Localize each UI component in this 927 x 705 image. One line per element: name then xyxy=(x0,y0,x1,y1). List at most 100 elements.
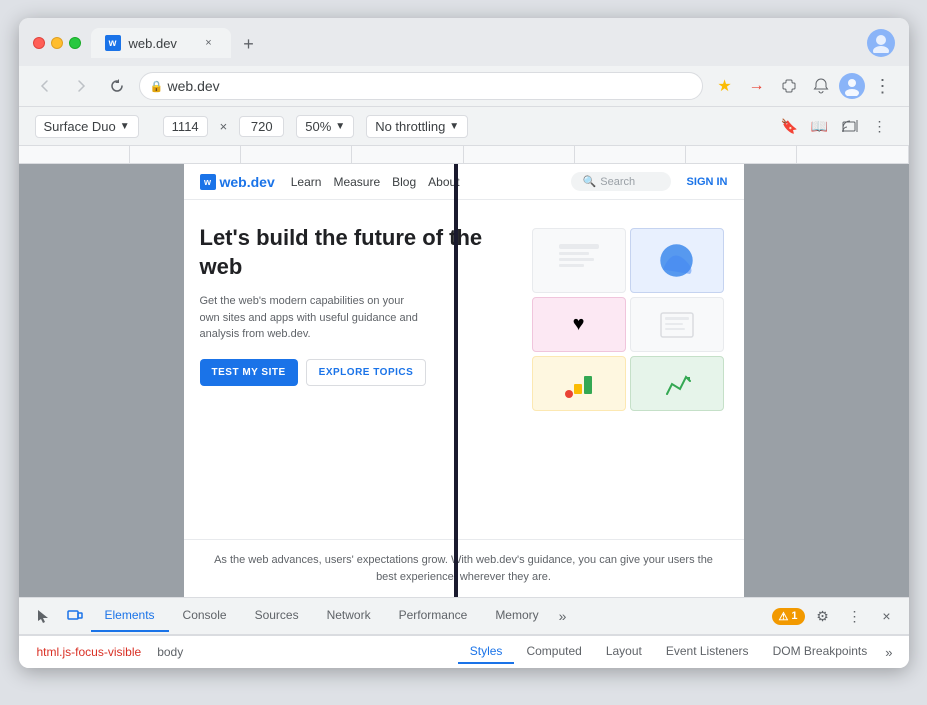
device-book-icon[interactable]: 📖 xyxy=(807,113,833,139)
devtools-panel: Elements Console Sources Network Perform… xyxy=(19,597,909,668)
close-button[interactable] xyxy=(33,37,45,49)
reload-button[interactable] xyxy=(103,72,131,100)
ruler-tick xyxy=(19,146,130,163)
device-more-icon[interactable]: ⋮ xyxy=(867,113,893,139)
tab-memory[interactable]: Memory xyxy=(481,600,552,632)
ruler-tick xyxy=(686,146,797,163)
explore-topics-button[interactable]: EXPLORE TOPICS xyxy=(306,359,427,386)
tab-network[interactable]: Network xyxy=(313,600,385,632)
title-bar-top: w web.dev × + xyxy=(33,28,895,58)
tab-performance[interactable]: Performance xyxy=(385,600,482,632)
search-placeholder: Search xyxy=(600,176,635,188)
minimize-button[interactable] xyxy=(51,37,63,49)
ruler-bar xyxy=(19,146,909,164)
user-avatar[interactable] xyxy=(839,73,865,99)
title-bar: w web.dev × + xyxy=(19,18,909,66)
cursor-tool-icon[interactable] xyxy=(27,598,59,634)
warning-badge[interactable]: ⚠ 1 xyxy=(772,608,805,625)
address-bar[interactable]: 🔒 web.dev xyxy=(139,72,703,100)
nav-learn[interactable]: Learn xyxy=(291,175,322,189)
styles-tab-styles[interactable]: Styles xyxy=(458,640,515,664)
site-footer-text: As the web advances, users' expectations… xyxy=(184,539,744,597)
extension-arrow-icon[interactable]: → xyxy=(743,72,771,100)
ruler-tick xyxy=(130,146,241,163)
tab-sources[interactable]: Sources xyxy=(241,600,313,632)
device-toolbar: Surface Duo ▼ × 50% ▼ No throttling ▼ 🔖 … xyxy=(19,107,909,146)
device-toolbar-icons: 🔖 📖 ⋮ xyxy=(777,113,893,139)
site-header: w web.dev Learn Measure Blog About 🔍 Sea… xyxy=(184,164,744,200)
dimension-x-separator: × xyxy=(220,119,228,134)
height-input[interactable] xyxy=(239,116,284,137)
responsive-tool-icon[interactable] xyxy=(59,598,91,634)
notifications-icon[interactable] xyxy=(807,72,835,100)
breadcrumb-html[interactable]: html.js-focus-visible xyxy=(29,642,150,662)
device-dropdown-icon: ▼ xyxy=(120,121,130,132)
styles-tabs: Styles Computed Layout Event Listeners D… xyxy=(458,640,899,664)
more-tabs-button[interactable]: » xyxy=(553,600,573,632)
styles-more-icon[interactable]: » xyxy=(879,641,898,664)
browser-window: w web.dev × + 🔒 web.dev xyxy=(19,18,909,668)
site-hero-right: ♥ xyxy=(528,224,728,415)
avatar xyxy=(867,29,895,57)
nav-blog[interactable]: Blog xyxy=(392,175,416,189)
width-input[interactable] xyxy=(163,116,208,137)
traffic-lights xyxy=(33,37,81,49)
site-hero-left: Let's build the future of the web Get th… xyxy=(200,224,512,415)
site-logo-icon: w xyxy=(200,174,216,190)
throttle-dropdown-icon: ▼ xyxy=(449,121,459,132)
styles-tab-computed[interactable]: Computed xyxy=(514,640,593,664)
site-hero-text: Get the web's modern capabilities on you… xyxy=(200,293,420,343)
zoom-dropdown-icon: ▼ xyxy=(335,121,345,132)
devtools-right-icons: ⚠ 1 ⚙ ⋮ × xyxy=(772,602,901,630)
styles-tab-dom-breakpoints[interactable]: DOM Breakpoints xyxy=(761,640,880,664)
maximize-button[interactable] xyxy=(69,37,81,49)
site-body: Let's build the future of the web Get th… xyxy=(184,200,744,439)
new-tab-button[interactable]: + xyxy=(235,30,263,58)
throttle-selector[interactable]: No throttling ▼ xyxy=(366,115,468,138)
tab-elements[interactable]: Elements xyxy=(91,600,169,632)
signin-button[interactable]: SIGN IN xyxy=(687,176,728,188)
back-button[interactable] xyxy=(31,72,59,100)
browser-tab[interactable]: w web.dev × xyxy=(91,28,231,58)
ruler-tick xyxy=(797,146,908,163)
bookmark-star-icon[interactable]: ★ xyxy=(711,72,739,100)
devtools-settings-icon[interactable]: ⚙ xyxy=(809,602,837,630)
breadcrumb-body[interactable]: body xyxy=(149,642,191,662)
site-logo: w web.dev xyxy=(200,174,275,190)
device-cast-icon[interactable] xyxy=(837,113,863,139)
tab-console[interactable]: Console xyxy=(169,600,241,632)
search-icon: 🔍 xyxy=(583,175,597,188)
devtools-tabs: Elements Console Sources Network Perform… xyxy=(19,598,909,635)
styles-tab-event-listeners[interactable]: Event Listeners xyxy=(654,640,761,664)
forward-button[interactable] xyxy=(67,72,95,100)
ruler-tick xyxy=(241,146,352,163)
extensions-icon[interactable] xyxy=(775,72,803,100)
site-search[interactable]: 🔍 Search xyxy=(571,172,671,191)
device-bookmark-icon[interactable]: 🔖 xyxy=(777,113,803,139)
page-frame: w web.dev Learn Measure Blog About 🔍 Sea… xyxy=(184,164,744,597)
ruler-tick xyxy=(464,146,575,163)
browser-profile-icon[interactable] xyxy=(867,29,895,57)
styles-tab-layout[interactable]: Layout xyxy=(594,640,654,664)
ruler-tick xyxy=(352,146,463,163)
site-hero-title: Let's build the future of the web xyxy=(200,224,512,281)
devtools-bottom-bar: html.js-focus-visible body Styles Comput… xyxy=(19,635,909,668)
tab-close-button[interactable]: × xyxy=(201,35,217,51)
device-selector[interactable]: Surface Duo ▼ xyxy=(35,115,139,138)
site-logo-text: web.dev xyxy=(220,174,275,190)
zoom-level: 50% xyxy=(305,119,331,134)
devtools-close-icon[interactable]: × xyxy=(873,602,901,630)
device-name: Surface Duo xyxy=(44,119,116,134)
site-nav: Learn Measure Blog About xyxy=(291,175,460,189)
device-split-line xyxy=(454,164,458,597)
zoom-selector[interactable]: 50% ▼ xyxy=(296,115,354,138)
lock-icon: 🔒 xyxy=(150,80,164,93)
warning-count: 1 xyxy=(791,610,797,622)
devtools-more-icon[interactable]: ⋮ xyxy=(841,602,869,630)
ruler-tick xyxy=(575,146,686,163)
chrome-menu-icon[interactable]: ⋮ xyxy=(869,72,897,100)
nav-measure[interactable]: Measure xyxy=(333,175,380,189)
address-bar-row: 🔒 web.dev ★ → ⋮ xyxy=(19,66,909,107)
test-my-site-button[interactable]: TEST MY SITE xyxy=(200,359,298,386)
toolbar-icons: ★ → ⋮ xyxy=(711,72,897,100)
